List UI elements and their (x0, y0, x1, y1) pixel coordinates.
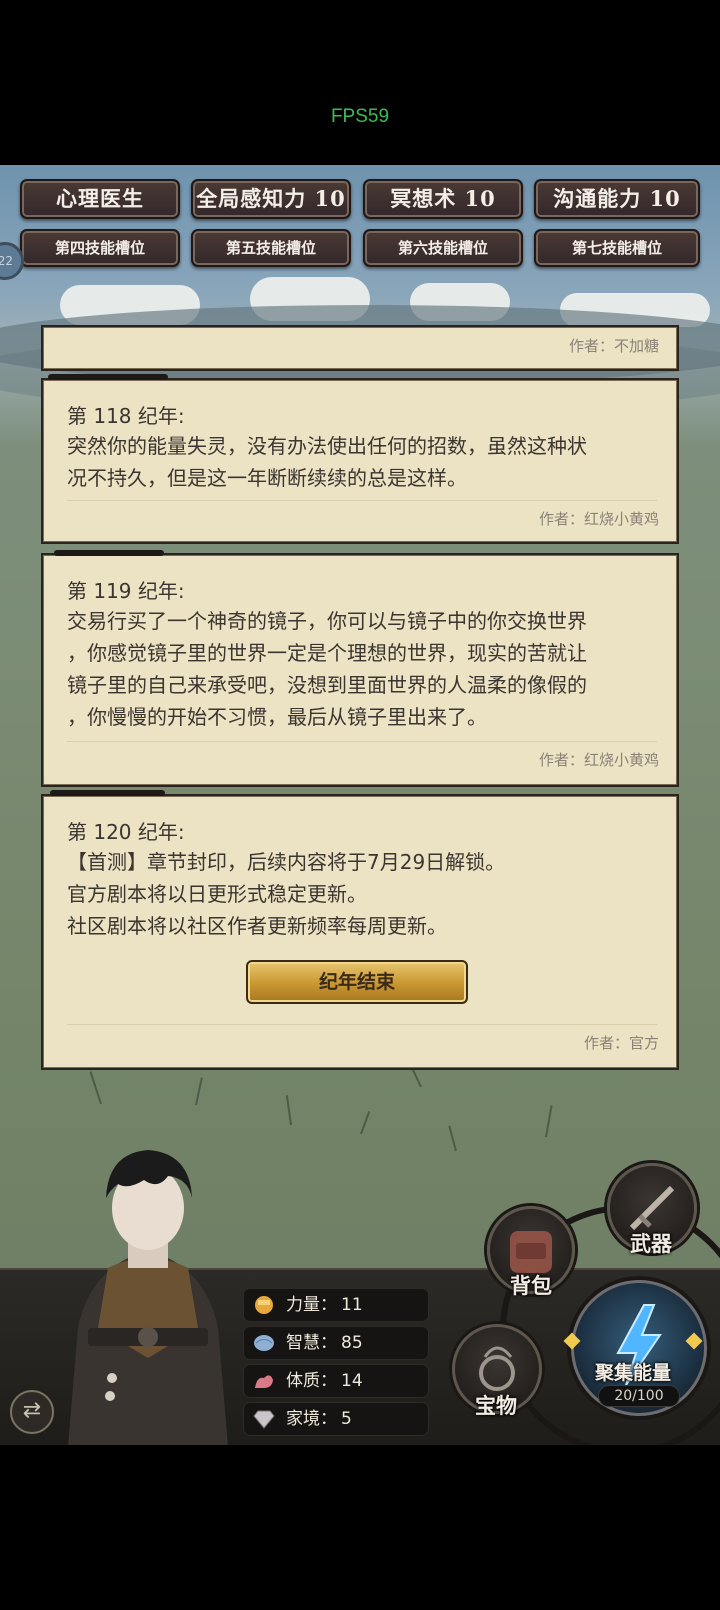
stat-constitution: 体质： 14 (243, 1364, 429, 1398)
gather-progress: 20/100 (598, 1385, 680, 1407)
gather-label: 聚集能量 (595, 1362, 672, 1384)
diamond-icon (252, 1408, 276, 1430)
status-bar: FPS59 (0, 0, 720, 165)
character-portrait (68, 1150, 228, 1446)
treasure-label: 宝物 (475, 1393, 517, 1418)
card-text: 突然你的能量失灵，没有办法使出任何的招数，虽然这种状 况不持久，但是这一年断断续… (67, 434, 587, 490)
brush-stroke (48, 374, 168, 380)
navigation-area (0, 1445, 720, 1610)
card-text: 【首测】章节封印，后续内容将于7月29日解锁。 官方剧本将以日更形式稳定更新。 … (67, 850, 506, 938)
card-author: 作者：红烧小黄鸡 (538, 751, 659, 769)
swap-icon: ⇄ (22, 1398, 42, 1423)
fist-icon (252, 1294, 276, 1316)
chronicle-card: 第 120 纪年: 【首测】章节封印，后续内容将于7月29日解锁。 官方剧本将以… (41, 794, 679, 1070)
skill-slot-6[interactable]: 第六技能槽位 (363, 229, 523, 267)
stat-family: 家境： 5 (243, 1402, 429, 1436)
fps-counter: FPS59 (330, 106, 390, 127)
skill-button-1[interactable]: 心理医生 (20, 179, 180, 219)
muscle-icon (252, 1370, 276, 1392)
skill-slot-5[interactable]: 第五技能槽位 (191, 229, 351, 267)
card-year: 第 119 纪年: (67, 579, 185, 603)
brush-stroke (54, 550, 164, 556)
card-year: 第 118 纪年: (67, 404, 185, 428)
chronicle-card: 第 118 纪年: 突然你的能量失灵，没有办法使出任何的招数，虽然这种状 况不持… (41, 378, 679, 544)
chronicle-card: 第 119 纪年: 交易行买了一个神奇的镜子，你可以与镜子中的你交换世界 ，你感… (41, 553, 679, 787)
card-author: 作者：不加糖 (568, 337, 659, 355)
skill-slot-7[interactable]: 第七技能槽位 (534, 229, 700, 267)
card-text: 交易行买了一个神奇的镜子，你可以与镜子中的你交换世界 ，你感觉镜子里的世界一定是… (67, 609, 587, 729)
swap-button[interactable]: ⇄ (10, 1390, 54, 1434)
skill-button-2[interactable]: 全局感知力 10 (191, 179, 351, 219)
stat-strength: 力量： 11 (243, 1288, 429, 1322)
backpack-label: 背包 (510, 1273, 552, 1298)
skill-slot-4[interactable]: 第四技能槽位 (20, 229, 180, 267)
card-author: 作者：红烧小黄鸡 (538, 510, 659, 528)
stat-wisdom: 智慧： 85 (243, 1326, 429, 1360)
chronicle-card: 作者：不加糖 (41, 325, 679, 371)
skill-button-3[interactable]: 冥想术 10 (363, 179, 523, 219)
card-year: 第 120 纪年: (67, 820, 185, 844)
brain-icon (252, 1332, 276, 1354)
weapon-label: 武器 (630, 1231, 672, 1256)
card-divider (67, 741, 657, 742)
card-author: 作者：官方 (583, 1034, 659, 1052)
skill-button-4[interactable]: 沟通能力 10 (534, 179, 700, 219)
brush-stroke (50, 790, 165, 796)
card-divider (67, 1024, 657, 1025)
card-divider (67, 500, 657, 501)
end-year-button[interactable]: 纪年结束 (246, 960, 468, 1004)
